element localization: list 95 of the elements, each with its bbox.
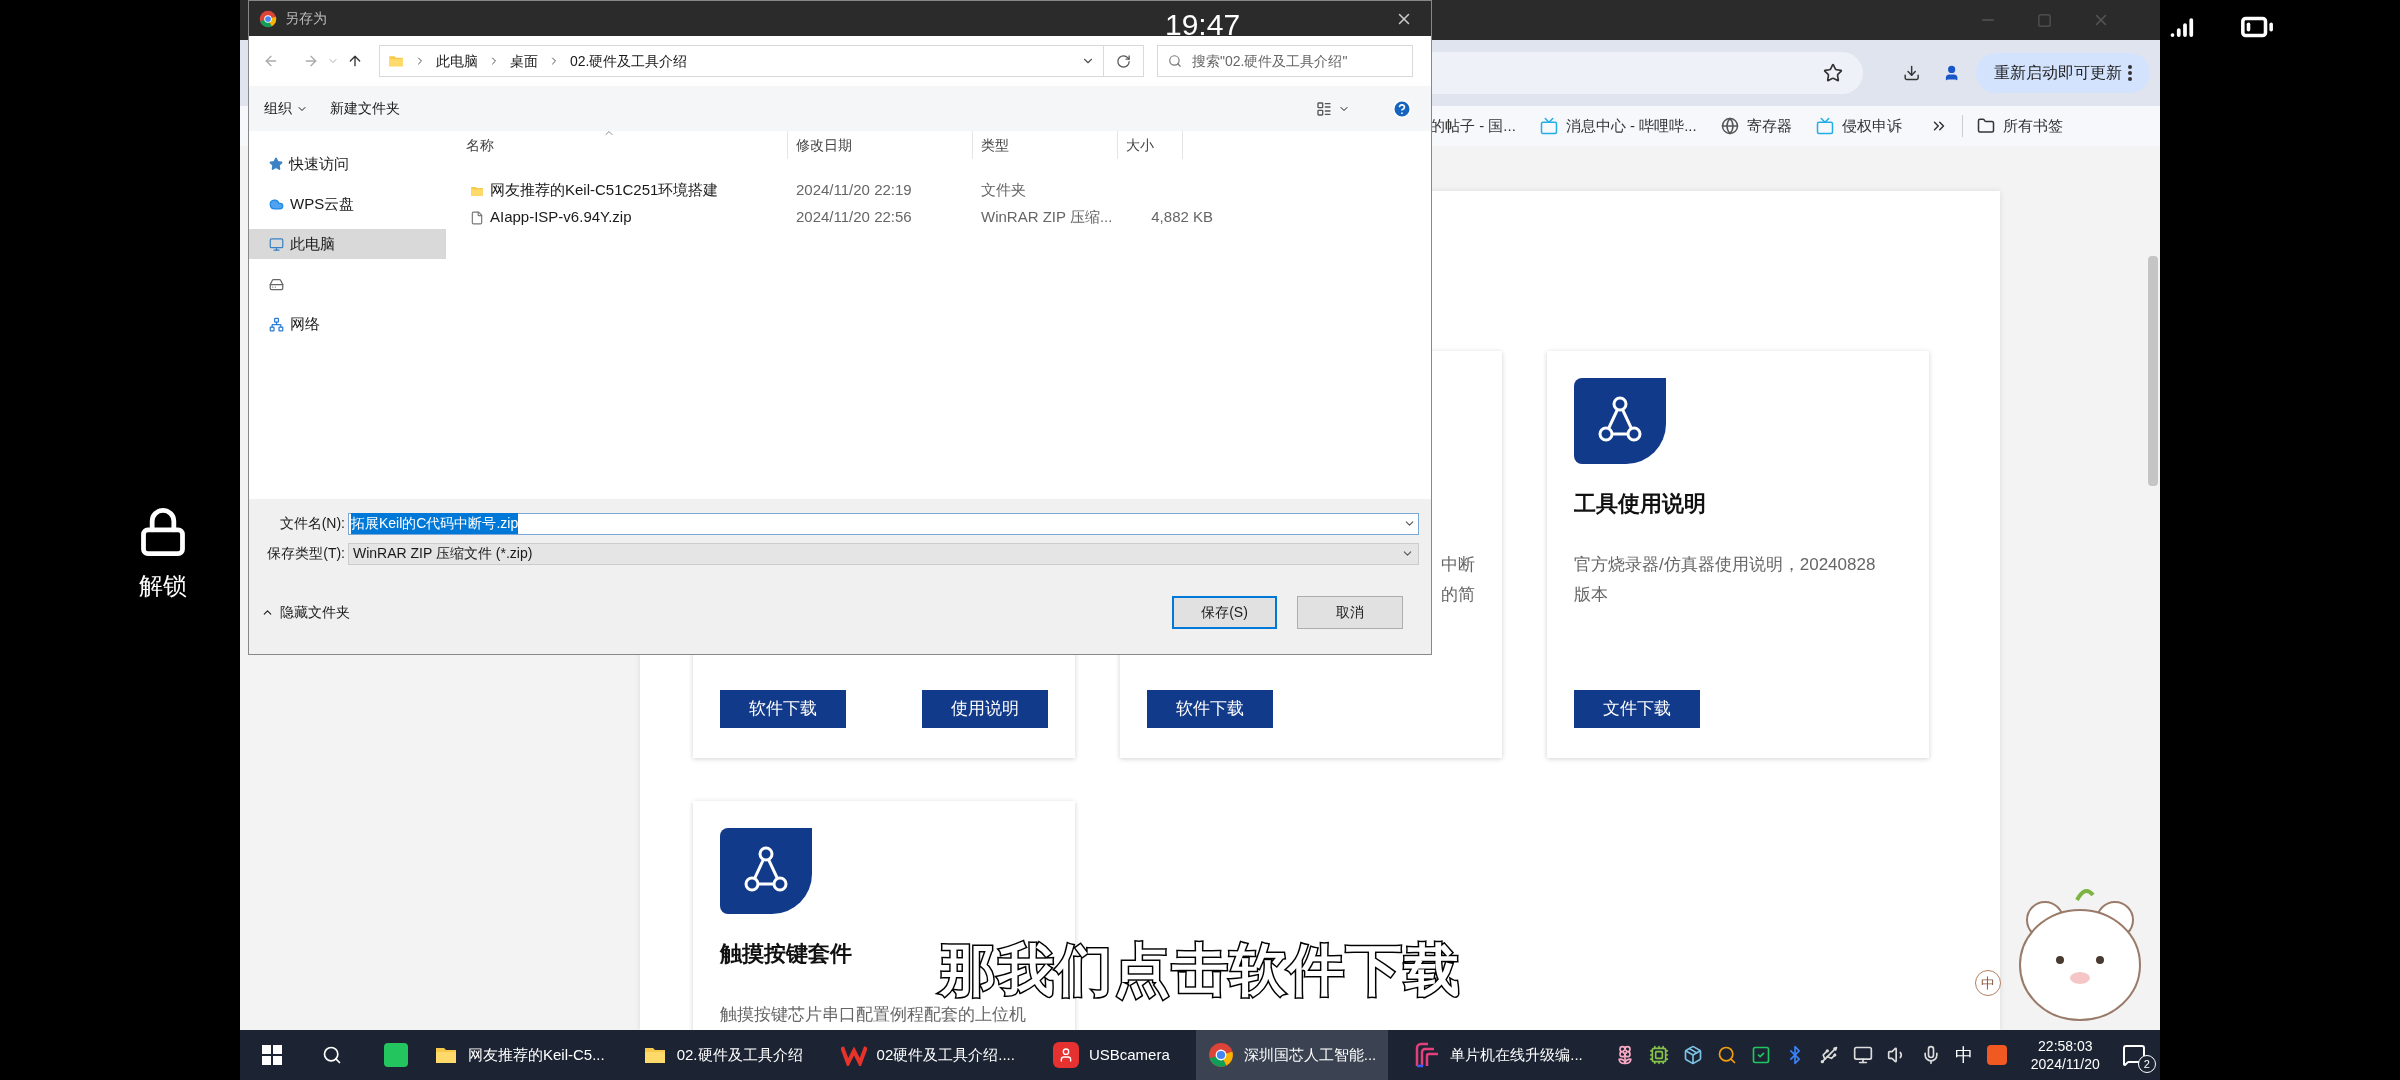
folder-icon <box>1976 117 1995 135</box>
card-description: 官方烧录器/仿真器使用说明，20240828 <box>1574 554 1876 576</box>
card-description: 中断 <box>1441 554 1475 576</box>
field-label: 文件名(N): <box>278 514 346 533</box>
card-button[interactable]: 文件下载 <box>1574 690 1700 728</box>
column-header[interactable]: 名称 <box>458 131 788 159</box>
usb-icon[interactable] <box>1818 1045 1839 1065</box>
file-icon <box>470 210 484 225</box>
card-description: 触摸按键芯片串口配置例程配套的上位机 <box>720 1004 1026 1026</box>
file-type-value: WinRAR ZIP 压缩文件 (*.zip) <box>353 544 533 563</box>
bookmark[interactable]: 消息中心 - 哔哩哔... <box>1539 114 1697 138</box>
magnifier-icon[interactable] <box>1716 1045 1737 1065</box>
save-button[interactable]: 保存(S) <box>1172 596 1277 629</box>
cancel-button[interactable]: 取消 <box>1297 596 1403 629</box>
path-segment[interactable]: 02.硬件及工具介绍 <box>570 50 688 72</box>
file-date: 2024/11/20 22:56 <box>796 208 912 226</box>
more-icon <box>2128 65 2132 81</box>
file-row[interactable]: AIapp-ISP-v6.94Y.zip 2024/11/20 22:56 WinRAR ZIP 压缩... 4,882 KB <box>458 204 1431 231</box>
update-button[interactable]: 重新启动即可更新 <box>1976 53 2150 93</box>
taskbar-clock[interactable]: 22:58:03 2024/11/20 <box>2030 1037 2100 1073</box>
up-icon[interactable] <box>347 53 363 69</box>
taskbar-app[interactable]: 02硬件及工具介绍.... <box>828 1030 1027 1080</box>
notification-icon[interactable] <box>2121 1043 2146 1067</box>
organize-button[interactable]: 组织 <box>264 98 308 119</box>
taskbar-app[interactable]: USBcamera <box>1040 1030 1182 1080</box>
card-title: 触摸按键套件 <box>720 940 852 968</box>
file-type: 文件夹 <box>981 181 1026 199</box>
taskbar-app[interactable]: 深圳国芯人工智能... <box>1195 1030 1389 1080</box>
path-segment[interactable]: 此电脑 <box>436 50 478 72</box>
bookmark[interactable]: 寄存器 <box>1720 114 1792 138</box>
refresh-icon <box>1116 53 1131 69</box>
windows-logo-icon[interactable] <box>262 1045 282 1065</box>
file-size: 4,882 KB <box>1151 208 1213 226</box>
card-description: 的简 <box>1441 584 1475 606</box>
nav-item[interactable]: 网络 <box>249 309 377 339</box>
wps-logo-icon <box>840 1044 867 1066</box>
drive-icon <box>269 276 284 292</box>
input-method-indicator[interactable]: 中 <box>1954 1041 1973 1069</box>
refresh-button[interactable] <box>1104 45 1144 77</box>
star-icon <box>269 157 283 171</box>
help-icon[interactable] <box>1392 98 1412 119</box>
notification-count: 2 <box>2137 1055 2156 1073</box>
card-button[interactable]: 软件下载 <box>1147 690 1273 728</box>
column-header[interactable]: 修改日期 <box>788 131 973 159</box>
triangle-nodes-icon <box>1574 378 1666 464</box>
breadcrumb-bar[interactable]: 此电脑 桌面 02.硬件及工具介绍 <box>379 45 1104 77</box>
file-type-select[interactable]: WinRAR ZIP 压缩文件 (*.zip) <box>348 542 1419 565</box>
nav-item[interactable]: 快速访问 <box>249 149 377 179</box>
search-icon <box>1168 54 1182 68</box>
view-list-icon[interactable] <box>1316 100 1332 117</box>
camera-app-icon <box>1052 1042 1079 1068</box>
field-label: 保存类型(T): <box>266 544 346 563</box>
taskbar-app[interactable]: 网友推荐的Keil-C5... <box>422 1030 617 1080</box>
new-folder-button[interactable]: 新建文件夹 <box>330 98 400 119</box>
filename-value: 拓展Keil的C代码中断号.zip <box>351 513 519 534</box>
card-description: 版本 <box>1574 584 1608 606</box>
column-header[interactable]: 类型 <box>973 131 1118 159</box>
package-icon[interactable] <box>1682 1045 1703 1065</box>
computer-icon <box>269 236 284 252</box>
dialog-title: 另存为 <box>285 9 327 28</box>
file-type: WinRAR ZIP 压缩... <box>981 208 1113 226</box>
card-button[interactable]: 软件下载 <box>720 690 846 728</box>
chrome-icon <box>1207 1042 1234 1068</box>
tv-icon <box>1815 117 1834 135</box>
triangle-nodes-icon <box>720 828 812 914</box>
nav-item[interactable]: WPS云盘 <box>249 189 377 219</box>
search-field[interactable]: 搜索"02.硬件及工具介绍" <box>1157 45 1413 77</box>
tv-icon <box>1539 117 1558 135</box>
all-bookmarks[interactable]: 所有书签 <box>1976 114 2063 138</box>
nav-item[interactable]: 此电脑 <box>249 229 446 259</box>
globe-icon <box>1720 117 1739 135</box>
cloud-icon <box>269 196 284 212</box>
hide-folders-toggle[interactable]: 隐藏文件夹 <box>261 602 350 623</box>
card-button[interactable]: 使用说明 <box>922 690 1048 728</box>
clock-overlay: 19:47 <box>1165 7 1241 43</box>
bookmark-star-icon[interactable] <box>1823 63 1844 83</box>
chrome-icon <box>259 9 277 28</box>
column-header[interactable]: 大小 <box>1118 131 1183 159</box>
taskbar-app[interactable]: 02.硬件及工具介绍 <box>630 1030 815 1080</box>
file-name: AIapp-ISP-v6.94Y.zip <box>490 207 632 228</box>
path-segment[interactable]: 桌面 <box>510 50 538 72</box>
folder-icon <box>388 53 404 69</box>
file-date: 2024/11/20 22:19 <box>796 181 912 199</box>
arcs-app-icon <box>1414 1042 1441 1068</box>
card-title: 工具使用说明 <box>1574 490 1706 518</box>
search-icon[interactable] <box>322 1045 342 1065</box>
app-logo-icon[interactable] <box>1986 1045 2007 1065</box>
unlock-label[interactable]: 解锁 <box>138 568 187 604</box>
filename-field[interactable]: 拓展Keil的C代码中断号.zip <box>348 512 1419 535</box>
file-row[interactable]: 网友推荐的Keil-C51C251环境搭建 2024/11/20 22:19 文件夹 <box>458 177 1431 204</box>
checkbox-icon[interactable] <box>1750 1045 1771 1065</box>
taskbar-app[interactable]: 单片机在线升级编... <box>1402 1030 1595 1080</box>
file-name: 网友推荐的Keil-C51C251环境搭建 <box>490 180 719 201</box>
bookmark[interactable]: 侵权申诉 <box>1815 114 1902 138</box>
chip-icon[interactable] <box>1648 1045 1669 1065</box>
